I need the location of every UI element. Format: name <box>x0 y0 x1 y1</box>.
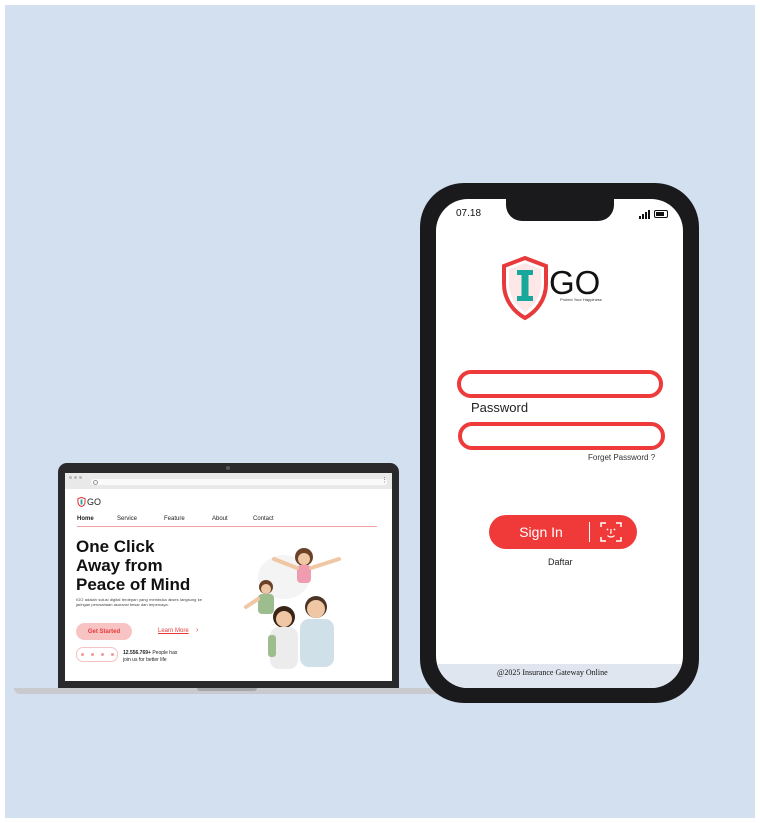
kebab-menu-icon[interactable]: ⋮ <box>381 477 388 484</box>
password-input[interactable] <box>458 422 665 450</box>
status-time: 07.18 <box>456 208 482 219</box>
laptop-mockup: ⋮ GO Home Service Feature About Contact … <box>58 463 399 688</box>
face-id-icon[interactable] <box>600 521 622 543</box>
sign-in-button[interactable]: Sign In <box>489 515 637 549</box>
website-logo[interactable]: GO <box>77 497 101 507</box>
nav-home[interactable]: Home <box>77 516 117 522</box>
window-controls <box>69 476 82 479</box>
nav-contact[interactable]: Contact <box>253 516 274 522</box>
footer-copyright: @2025 Insurance Gateway Online <box>497 668 608 677</box>
shield-logo-icon <box>77 497 86 507</box>
browser-toolbar: ⋮ <box>65 473 392 489</box>
hero-title-line: One Click <box>76 537 155 556</box>
phone-notch <box>506 199 614 221</box>
username-input[interactable] <box>457 370 663 398</box>
laptop-screen: ⋮ GO Home Service Feature About Contact … <box>65 473 392 681</box>
website-logo-text: GO <box>87 497 102 507</box>
nav-feature[interactable]: Feature <box>164 516 212 522</box>
forgot-password-link[interactable]: Forget Password ? <box>588 453 655 462</box>
register-link[interactable]: Daftar <box>548 557 573 567</box>
hero-title: One Click Away from Peace of Mind <box>76 537 236 594</box>
people-count-suffix: People has <box>150 650 178 656</box>
phone-mockup: 07.18 GO Protect Your Happiness Password… <box>420 183 699 703</box>
battery-icon <box>654 210 668 218</box>
chevron-right-icon[interactable]: › <box>196 627 198 634</box>
people-count-text: 12.556.769+ People has join us for bette… <box>123 650 189 664</box>
signal-icon <box>639 210 650 219</box>
hero-title-line: Peace of Mind <box>76 575 191 594</box>
laptop-hinge-notch <box>197 688 257 691</box>
divider <box>589 522 590 542</box>
get-started-button[interactable]: Get Started <box>76 623 132 640</box>
people-count-subtext: join us for better life <box>123 657 167 663</box>
laptop-camera <box>226 466 230 470</box>
nav-service[interactable]: Service <box>117 516 164 522</box>
hero-description: IGO adalah solusi digital terdepan yang … <box>76 597 202 607</box>
people-count: 12.556.769+ <box>123 650 151 656</box>
search-icon <box>93 480 98 485</box>
website-nav: Home Service Feature About Contact <box>77 516 377 527</box>
learn-more-link[interactable]: Learn More <box>158 628 189 634</box>
user-avatars <box>76 647 118 662</box>
nav-about[interactable]: About <box>212 516 253 522</box>
password-label: Password <box>471 400 529 415</box>
family-photo <box>244 548 341 669</box>
address-bar[interactable] <box>91 479 387 485</box>
sign-in-label: Sign In <box>519 524 563 540</box>
app-logo-text: GO <box>549 264 601 301</box>
phone-screen: 07.18 GO Protect Your Happiness Password… <box>436 199 683 688</box>
hero-title-line: Away from <box>76 556 163 575</box>
app-tagline: Protect Your Happiness <box>560 297 602 302</box>
